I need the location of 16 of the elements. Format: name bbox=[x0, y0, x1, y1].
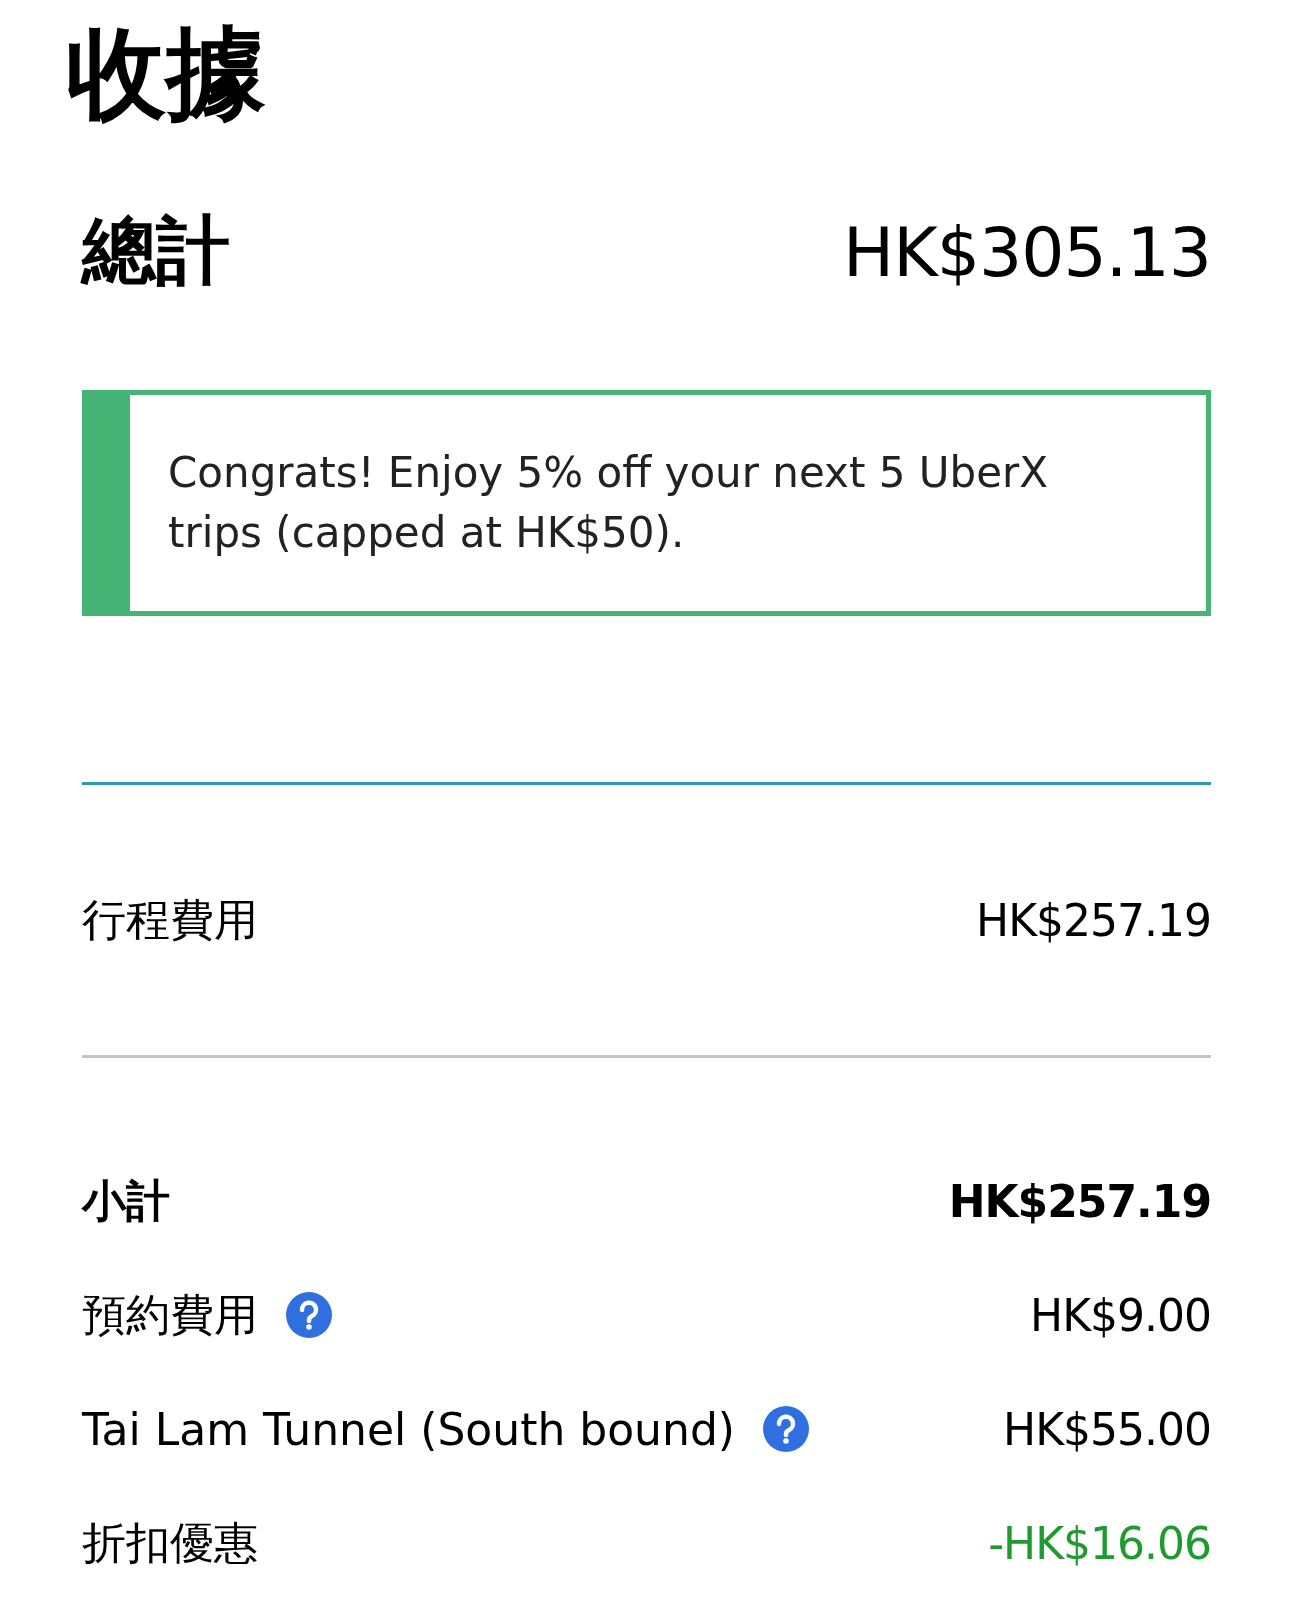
line-item-amount: -HK$16.06 bbox=[988, 1517, 1211, 1569]
fare-amount: HK$257.19 bbox=[976, 894, 1211, 946]
total-label: 總計 bbox=[82, 206, 230, 295]
line-item-label: Tai Lam Tunnel (South bound) bbox=[82, 1403, 735, 1455]
line-item-amount: HK$257.19 bbox=[948, 1175, 1211, 1227]
line-item-label: 小計 bbox=[82, 1173, 170, 1228]
line-item-amount: HK$9.00 bbox=[1030, 1289, 1211, 1341]
line-item-label: 預約費用 bbox=[82, 1287, 258, 1342]
line-item-label: 折扣優惠 bbox=[82, 1515, 258, 1570]
line-item-amount: HK$55.00 bbox=[1003, 1403, 1211, 1455]
total-amount: HK$305.13 bbox=[843, 212, 1211, 292]
help-icon[interactable] bbox=[286, 1292, 332, 1338]
help-icon[interactable] bbox=[763, 1406, 809, 1452]
promo-text: Congrats! Enjoy 5% off your next 5 UberX trips (capped at HK$50). bbox=[168, 447, 1050, 559]
fare-label: 行程費用 bbox=[82, 892, 258, 947]
page-title: 收據 bbox=[66, 14, 267, 134]
